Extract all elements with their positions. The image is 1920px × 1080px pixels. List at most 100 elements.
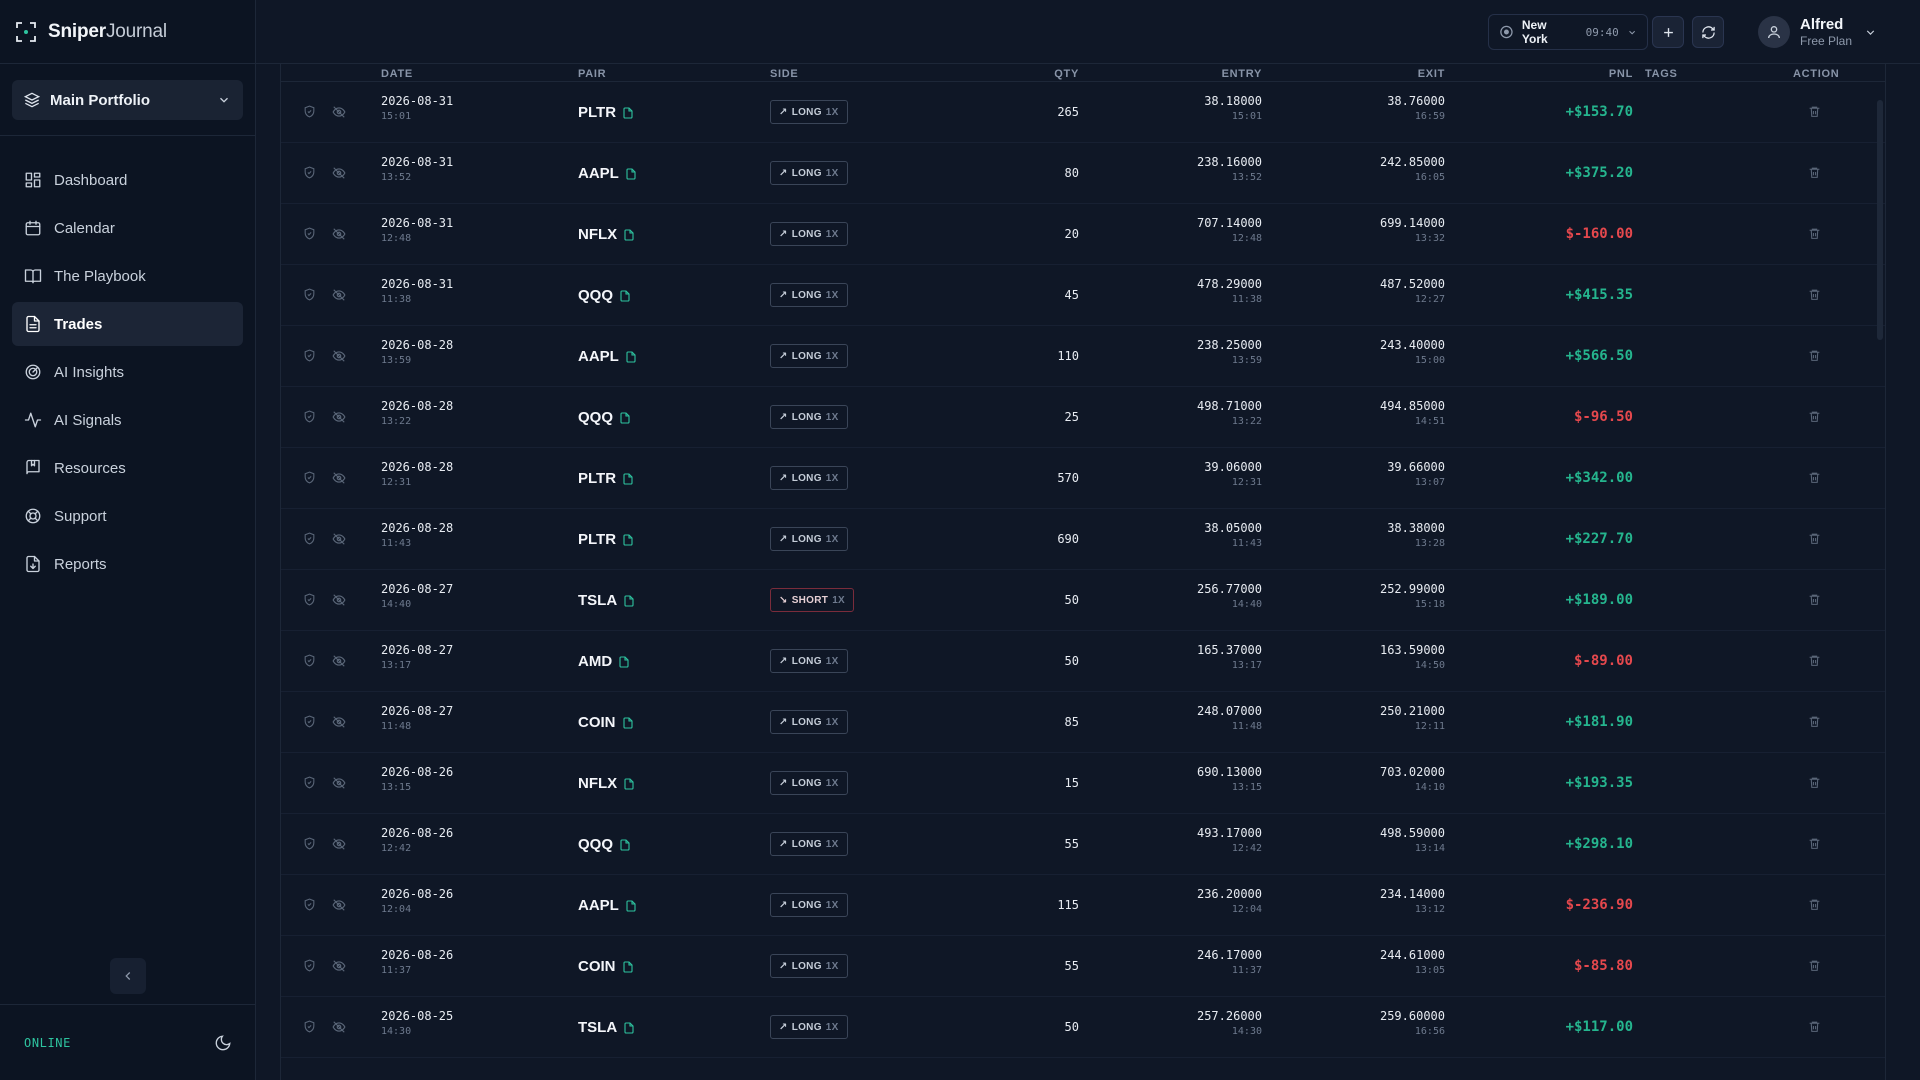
note-icon[interactable] — [622, 106, 634, 119]
eye-off-icon[interactable] — [332, 288, 346, 302]
scrollbar-thumb[interactable] — [1877, 100, 1883, 340]
eye-off-icon[interactable] — [332, 471, 346, 485]
note-icon[interactable] — [623, 228, 635, 241]
trade-pair[interactable]: AMD — [578, 653, 630, 670]
note-icon[interactable] — [625, 350, 637, 363]
col-date[interactable]: DATE — [381, 68, 413, 80]
col-entry[interactable]: ENTRY — [1222, 68, 1262, 80]
col-pnl[interactable]: PNL — [1609, 68, 1633, 80]
table-row[interactable]: 2026-08-31 12:48 NFLX ↗ LONG 1X 20 707.14000 12:… — [281, 204, 1885, 265]
shield-check-icon[interactable] — [303, 959, 316, 972]
table-row[interactable]: 2026-08-28 12:31 PLTR ↗ LONG 1X 570 39.06000 12:… — [281, 448, 1885, 509]
trade-pair[interactable]: PLTR — [578, 104, 634, 121]
eye-off-icon[interactable] — [332, 898, 346, 912]
trade-pair[interactable]: QQQ — [578, 409, 631, 426]
shield-check-icon[interactable] — [303, 166, 316, 179]
sidebar-item-support[interactable]: Support — [12, 494, 243, 538]
trade-pair[interactable]: PLTR — [578, 470, 634, 487]
sidebar-item-reports[interactable]: Reports — [12, 542, 243, 586]
shield-check-icon[interactable] — [303, 837, 316, 850]
trash-icon[interactable] — [1808, 105, 1821, 118]
market-clock[interactable]: New York 09:40 — [1488, 14, 1648, 50]
shield-check-icon[interactable] — [303, 105, 316, 118]
eye-off-icon[interactable] — [332, 349, 346, 363]
eye-off-icon[interactable] — [332, 776, 346, 790]
trade-pair[interactable]: COIN — [578, 714, 634, 731]
shield-check-icon[interactable] — [303, 471, 316, 484]
sidebar-item-ai-signals[interactable]: AI Signals — [12, 398, 243, 442]
shield-check-icon[interactable] — [303, 349, 316, 362]
note-icon[interactable] — [625, 899, 637, 912]
shield-check-icon[interactable] — [303, 410, 316, 423]
note-icon[interactable] — [622, 716, 634, 729]
trash-icon[interactable] — [1808, 959, 1821, 972]
sidebar-item-the-playbook[interactable]: The Playbook — [12, 254, 243, 298]
shield-check-icon[interactable] — [303, 532, 316, 545]
sidebar-item-resources[interactable]: Resources — [12, 446, 243, 490]
table-row[interactable]: 2026-08-27 14:40 TSLA ↘ SHORT 1X 50 256.77000 14… — [281, 570, 1885, 631]
trash-icon[interactable] — [1808, 776, 1821, 789]
eye-off-icon[interactable] — [332, 654, 346, 668]
shield-check-icon[interactable] — [303, 715, 316, 728]
note-icon[interactable] — [623, 777, 635, 790]
trade-pair[interactable]: NFLX — [578, 775, 635, 792]
trash-icon[interactable] — [1808, 715, 1821, 728]
eye-off-icon[interactable] — [332, 837, 346, 851]
portfolio-selector[interactable]: Main Portfolio — [12, 80, 243, 120]
sidebar-item-dashboard[interactable]: Dashboard — [12, 158, 243, 202]
table-row[interactable]: 2026-08-26 12:04 AAPL ↗ LONG 1X 115 236.20000 12… — [281, 875, 1885, 936]
trash-icon[interactable] — [1808, 227, 1821, 240]
note-icon[interactable] — [625, 167, 637, 180]
eye-off-icon[interactable] — [332, 410, 346, 424]
shield-check-icon[interactable] — [303, 776, 316, 789]
eye-off-icon[interactable] — [332, 1020, 346, 1034]
trade-pair[interactable]: PLTR — [578, 531, 634, 548]
scrollbar[interactable] — [1877, 100, 1885, 340]
refresh-button[interactable] — [1692, 16, 1724, 48]
trade-pair[interactable]: AAPL — [578, 897, 637, 914]
col-pair[interactable]: PAIR — [578, 68, 606, 80]
col-side[interactable]: SIDE — [770, 68, 798, 80]
shield-check-icon[interactable] — [303, 898, 316, 911]
collapse-sidebar-button[interactable] — [110, 958, 146, 994]
col-exit[interactable]: EXIT — [1418, 68, 1445, 80]
note-icon[interactable] — [622, 472, 634, 485]
trade-pair[interactable]: TSLA — [578, 1019, 635, 1036]
note-icon[interactable] — [623, 594, 635, 607]
trash-icon[interactable] — [1808, 1020, 1821, 1033]
trash-icon[interactable] — [1808, 898, 1821, 911]
trade-pair[interactable]: QQQ — [578, 836, 631, 853]
eye-off-icon[interactable] — [332, 532, 346, 546]
table-row[interactable]: 2026-08-31 15:01 PLTR ↗ LONG 1X 265 38.18000 15:… — [281, 82, 1885, 143]
table-row[interactable]: 2026-08-26 11:37 COIN ↗ LONG 1X 55 246.17000 11:… — [281, 936, 1885, 997]
sidebar-item-trades[interactable]: Trades — [12, 302, 243, 346]
trash-icon[interactable] — [1808, 288, 1821, 301]
shield-check-icon[interactable] — [303, 593, 316, 606]
note-icon[interactable] — [622, 533, 634, 546]
add-trade-button[interactable] — [1652, 16, 1684, 48]
note-icon[interactable] — [622, 960, 634, 973]
eye-off-icon[interactable] — [332, 959, 346, 973]
brand[interactable]: SniperJournal — [0, 0, 255, 64]
note-icon[interactable] — [618, 655, 630, 668]
trash-icon[interactable] — [1808, 349, 1821, 362]
trash-icon[interactable] — [1808, 837, 1821, 850]
trade-pair[interactable]: NFLX — [578, 226, 635, 243]
table-row[interactable]: 2026-08-28 11:43 PLTR ↗ LONG 1X 690 38.05000 11:… — [281, 509, 1885, 570]
trade-pair[interactable]: QQQ — [578, 287, 631, 304]
trade-pair[interactable]: COIN — [578, 958, 634, 975]
trash-icon[interactable] — [1808, 654, 1821, 667]
trash-icon[interactable] — [1808, 410, 1821, 423]
shield-check-icon[interactable] — [303, 654, 316, 667]
trade-pair[interactable]: AAPL — [578, 165, 637, 182]
trash-icon[interactable] — [1808, 166, 1821, 179]
eye-off-icon[interactable] — [332, 227, 346, 241]
table-row[interactable]: 2026-08-31 13:52 AAPL ↗ LONG 1X 80 238.16000 13:… — [281, 143, 1885, 204]
note-icon[interactable] — [623, 1021, 635, 1034]
table-row[interactable]: 2026-08-26 12:42 QQQ ↗ LONG 1X 55 493.17000 12:4… — [281, 814, 1885, 875]
shield-check-icon[interactable] — [303, 227, 316, 240]
eye-off-icon[interactable] — [332, 105, 346, 119]
moon-icon[interactable] — [214, 1034, 232, 1052]
note-icon[interactable] — [619, 838, 631, 851]
trash-icon[interactable] — [1808, 471, 1821, 484]
